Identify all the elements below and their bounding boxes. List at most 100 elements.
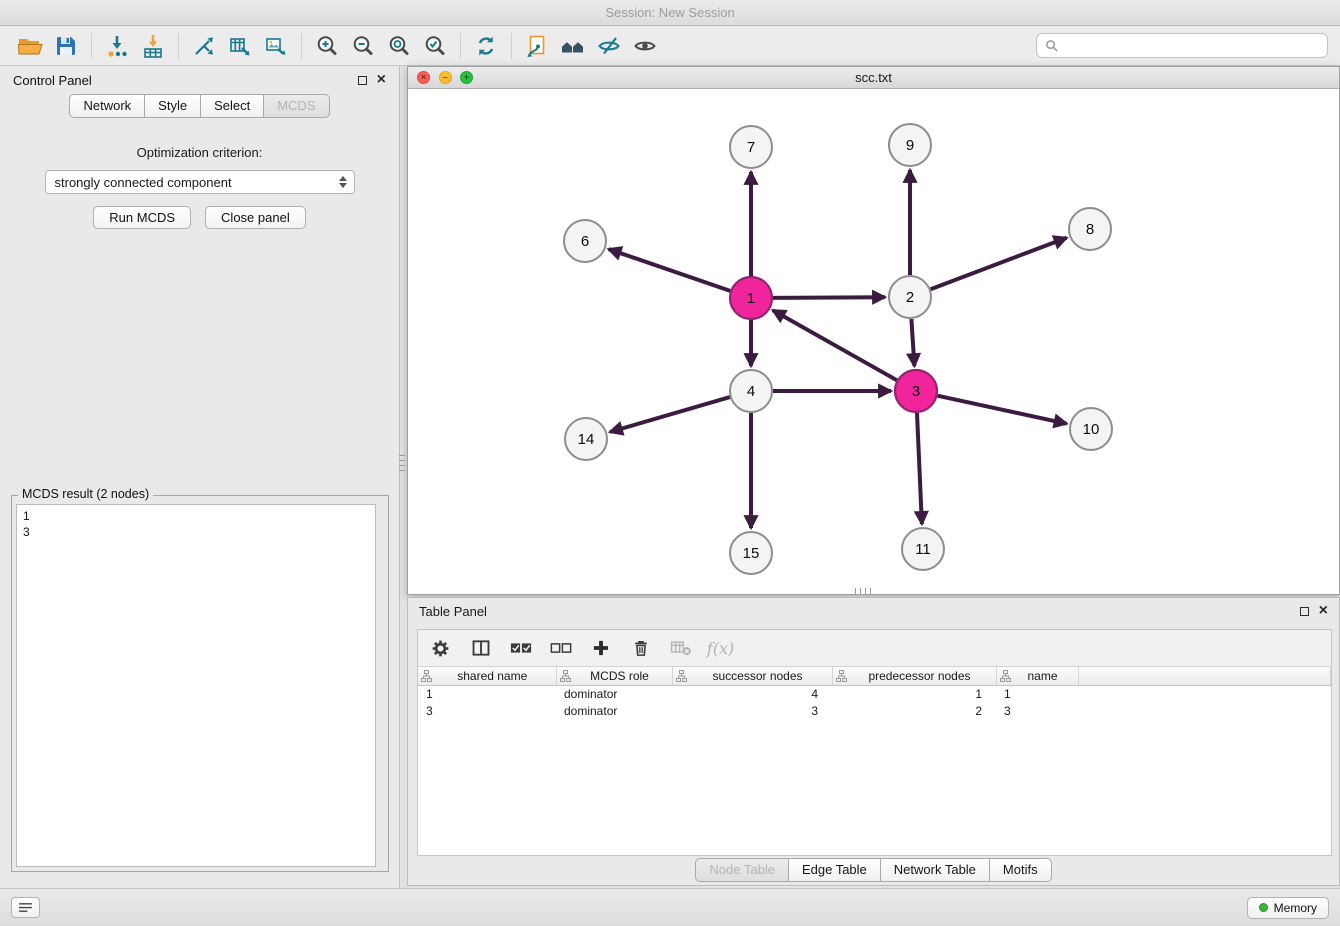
column-visibility-button[interactable]: [467, 635, 494, 662]
apply-layout-button[interactable]: [468, 30, 504, 62]
criterion-dropdown[interactable]: strongly connected component: [45, 170, 355, 194]
first-neighbors-button[interactable]: [555, 30, 591, 62]
float-table-panel-icon[interactable]: [1300, 607, 1309, 616]
column-header-predecessor-nodes[interactable]: predecessor nodes: [832, 667, 996, 685]
column-header-successor-nodes[interactable]: successor nodes: [672, 667, 832, 685]
column-header-shared-name[interactable]: shared name: [418, 667, 556, 685]
graph-node-8[interactable]: 8: [1069, 208, 1111, 250]
table-tab-network-table[interactable]: Network Table: [881, 858, 990, 882]
export-network-icon: [192, 34, 216, 58]
deselect-all-button[interactable]: [547, 635, 574, 662]
zoom-fit-button[interactable]: [381, 30, 417, 62]
memory-label: Memory: [1274, 901, 1317, 915]
add-column-button[interactable]: [587, 635, 614, 662]
show-hide-button[interactable]: [627, 30, 663, 62]
select-all-button[interactable]: [507, 635, 534, 662]
tab-mcds[interactable]: MCDS: [264, 94, 329, 118]
graph-node-3[interactable]: 3: [895, 370, 937, 412]
table-cell: 2: [832, 702, 996, 719]
open-session-button[interactable]: [12, 30, 48, 62]
table-cell: 1: [832, 685, 996, 702]
export-table-button[interactable]: [222, 30, 258, 62]
toolbar-separator: [301, 33, 302, 59]
toolbar-separator: [91, 33, 92, 59]
tab-select[interactable]: Select: [201, 94, 264, 118]
graph-node-14[interactable]: 14: [565, 418, 607, 460]
vertical-splitter-grip[interactable]: [399, 455, 405, 471]
graph-edge-2-3[interactable]: [911, 319, 914, 366]
save-session-button[interactable]: [48, 30, 84, 62]
graph-edge-3-1[interactable]: [773, 310, 897, 380]
zoom-in-icon: [315, 34, 339, 58]
table-row[interactable]: 3dominator323: [418, 702, 1331, 719]
graph-node-6[interactable]: 6: [564, 220, 606, 262]
graph-edge-1-2[interactable]: [773, 297, 885, 298]
graph-node-7[interactable]: 7: [730, 126, 772, 168]
run-mcds-button[interactable]: Run MCDS: [93, 206, 191, 229]
table-toolbar: f(x): [418, 630, 1331, 667]
dropdown-stepper-icon: [336, 176, 350, 188]
zoom-in-button[interactable]: [309, 30, 345, 62]
graph-edge-3-11[interactable]: [917, 413, 922, 524]
network-overview-button[interactable]: [519, 30, 555, 62]
export-image-button[interactable]: [258, 30, 294, 62]
graphics-details-button[interactable]: [591, 30, 627, 62]
console-button[interactable]: [11, 897, 40, 918]
table-tab-node-table[interactable]: Node Table: [695, 858, 789, 882]
graph-node-11[interactable]: 11: [902, 528, 944, 570]
column-header-name[interactable]: name: [996, 667, 1078, 685]
search-input[interactable]: [1063, 39, 1319, 53]
graph-edge-2-8[interactable]: [931, 238, 1067, 289]
close-window-icon[interactable]: ×: [417, 71, 430, 84]
mcds-result-fieldset: MCDS result (2 nodes) 13: [11, 495, 389, 872]
graph-node-15[interactable]: 15: [730, 532, 772, 574]
import-network-button[interactable]: [99, 30, 135, 62]
import-table-button[interactable]: [135, 30, 171, 62]
maximize-window-icon[interactable]: +: [460, 71, 473, 84]
table-settings-button[interactable]: [427, 635, 454, 662]
save-disk-icon: [54, 34, 78, 58]
table-tab-motifs[interactable]: Motifs: [990, 858, 1052, 882]
eye-slash-icon: [597, 34, 621, 58]
graph-node-2[interactable]: 2: [889, 276, 931, 318]
graph-node-1[interactable]: 1: [730, 277, 772, 319]
graph-edge-1-6[interactable]: [609, 249, 731, 291]
horizontal-splitter-grip[interactable]: [855, 588, 871, 594]
zoom-out-button[interactable]: [345, 30, 381, 62]
close-table-panel-icon[interactable]: ×: [1319, 603, 1328, 619]
table-tab-edge-table[interactable]: Edge Table: [789, 858, 881, 882]
zoom-selected-button[interactable]: [417, 30, 453, 62]
search-box[interactable]: [1036, 33, 1328, 58]
eye-icon: [633, 34, 657, 58]
graph-node-9[interactable]: 9: [889, 124, 931, 166]
columns-icon: [471, 638, 491, 658]
graph-node-4[interactable]: 4: [730, 370, 772, 412]
criterion-value: strongly connected component: [55, 175, 232, 190]
delete-table-button[interactable]: [667, 635, 694, 662]
memory-button[interactable]: Memory: [1247, 897, 1329, 919]
close-panel-icon[interactable]: ×: [377, 72, 386, 88]
table-row[interactable]: 1dominator411: [418, 685, 1331, 702]
export-image-icon: [264, 34, 288, 58]
mcds-result-box[interactable]: 13: [16, 504, 376, 867]
graph-node-10[interactable]: 10: [1070, 408, 1112, 450]
function-builder-button[interactable]: f(x): [707, 635, 734, 662]
table-panel-main: f(x) shared nameMCDS rolesuccessor nodes…: [417, 629, 1332, 856]
search-icon: [1045, 39, 1058, 52]
table-cell: 3: [672, 702, 832, 719]
graph-edge-3-10[interactable]: [938, 396, 1067, 424]
graph-node-label: 4: [747, 383, 755, 400]
float-panel-icon[interactable]: [358, 76, 367, 85]
graph-edge-4-14[interactable]: [610, 397, 730, 432]
tab-style[interactable]: Style: [145, 94, 201, 118]
fx-icon: f(x): [707, 639, 734, 658]
close-panel-button[interactable]: Close panel: [205, 206, 306, 229]
tab-network[interactable]: Network: [69, 94, 145, 118]
export-network-button[interactable]: [186, 30, 222, 62]
network-graph[interactable]: 1 2 3 4 6 7 8 9 10 11 14 15: [408, 89, 1339, 594]
minimize-window-icon[interactable]: –: [439, 71, 452, 84]
delete-column-button[interactable]: [627, 635, 654, 662]
column-header-MCDS-role[interactable]: MCDS role: [556, 667, 672, 685]
network-window-titlebar[interactable]: × – + scc.txt: [408, 67, 1339, 89]
graph-node-label: 14: [578, 431, 595, 448]
